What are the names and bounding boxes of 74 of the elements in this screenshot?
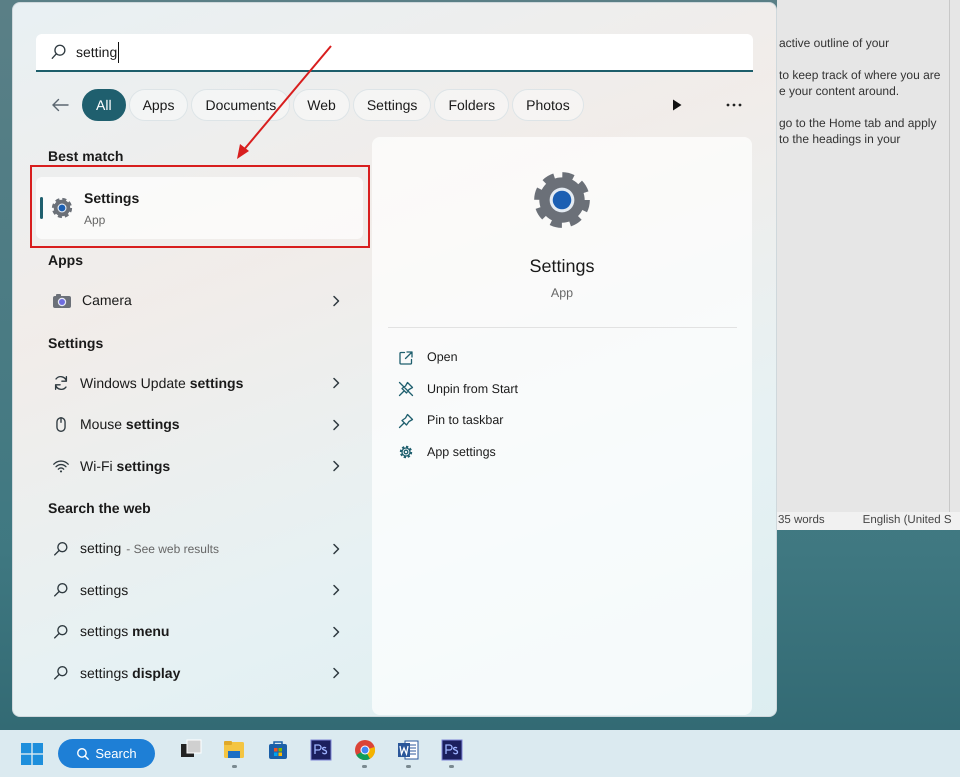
section-heading: Settings [47, 334, 104, 353]
action-item[interactable]: App settings [398, 436, 752, 468]
document-text: e your content around. [779, 83, 900, 99]
gear-icon [398, 444, 414, 460]
search-icon [52, 664, 70, 682]
filter-tab[interactable]: Apps [128, 89, 188, 121]
filter-tab[interactable]: Photos [512, 89, 584, 121]
search-icon [76, 746, 90, 760]
camera-icon [52, 292, 72, 310]
chevron-right-icon [331, 584, 341, 596]
photo-editor-icon [440, 739, 463, 761]
document-app-icon [397, 739, 420, 761]
chevron-right-icon [331, 377, 341, 390]
back-arrow-icon [51, 98, 69, 112]
photo-editor-icon [310, 739, 332, 761]
pin-icon [398, 412, 414, 428]
result-item[interactable]: Wi-Fi settings [36, 446, 363, 487]
selection-indicator [40, 197, 43, 219]
preview-title: Settings [529, 255, 595, 278]
document-text: go to the Home tab and apply [779, 115, 938, 131]
running-indicator [449, 765, 454, 768]
document-text: active outline of your [779, 35, 890, 51]
external-link-icon [398, 350, 414, 366]
chevron-right-icon [331, 460, 341, 472]
filter-tab[interactable]: Settings [352, 89, 432, 121]
search-icon [52, 581, 70, 600]
best-match-item[interactable]: Settings App [36, 177, 363, 239]
chevron-right-icon [331, 542, 341, 555]
result-subtitle: App [84, 212, 106, 228]
section-heading: Search the web [47, 499, 152, 518]
taskbar-search-button[interactable]: Search [58, 739, 155, 768]
filter-tab[interactable]: All [82, 89, 126, 121]
result-hint: - See web results [126, 540, 219, 558]
document-text: to keep track of where you are [779, 67, 942, 83]
section-heading: Apps [47, 251, 84, 270]
running-indicator [406, 765, 411, 768]
chevron-right-icon [331, 667, 341, 680]
search-icon [52, 540, 70, 558]
running-indicator [362, 765, 368, 768]
windows-start-icon [21, 742, 43, 764]
search-icon [52, 622, 70, 641]
folder-icon [223, 739, 246, 761]
result-item[interactable]: Windows Update settings [36, 362, 363, 404]
preview-subtitle: App [550, 285, 574, 302]
result-item[interactable]: settings [36, 570, 363, 611]
chevron-right-icon [331, 294, 341, 307]
result-item[interactable]: settings display [36, 652, 363, 694]
refresh-icon [52, 374, 70, 392]
unpin-icon [398, 381, 414, 397]
chevron-right-icon [331, 418, 341, 431]
result-title: Settings [84, 188, 140, 208]
browser-icon [354, 739, 376, 761]
word-count: 35 words [777, 513, 825, 528]
section-heading: Best match [47, 147, 124, 166]
action-item[interactable]: Unpin from Start [398, 373, 752, 405]
play-icon [672, 99, 682, 111]
running-indicator [232, 765, 237, 768]
language-status: English (United S [862, 513, 952, 528]
result-item[interactable]: settings menu [36, 611, 363, 652]
document-text: to the headings in your [779, 131, 902, 147]
result-item[interactable]: Camera [36, 280, 363, 322]
result-item[interactable]: Mouse settings [36, 404, 363, 446]
filter-tab[interactable]: Web [293, 89, 350, 121]
action-item[interactable]: Open [398, 342, 752, 374]
search-icon [50, 43, 68, 61]
more-icon [726, 103, 742, 107]
store-icon [266, 739, 289, 761]
action-item[interactable]: Pin to taskbar [398, 404, 752, 436]
result-item[interactable]: setting - See web results [36, 528, 363, 570]
filter-tab[interactable]: Folders [434, 89, 510, 121]
gear-icon [50, 196, 74, 220]
search-field[interactable]: setting [36, 34, 753, 72]
chevron-right-icon [331, 626, 341, 638]
filter-tab[interactable]: Documents [191, 89, 290, 121]
